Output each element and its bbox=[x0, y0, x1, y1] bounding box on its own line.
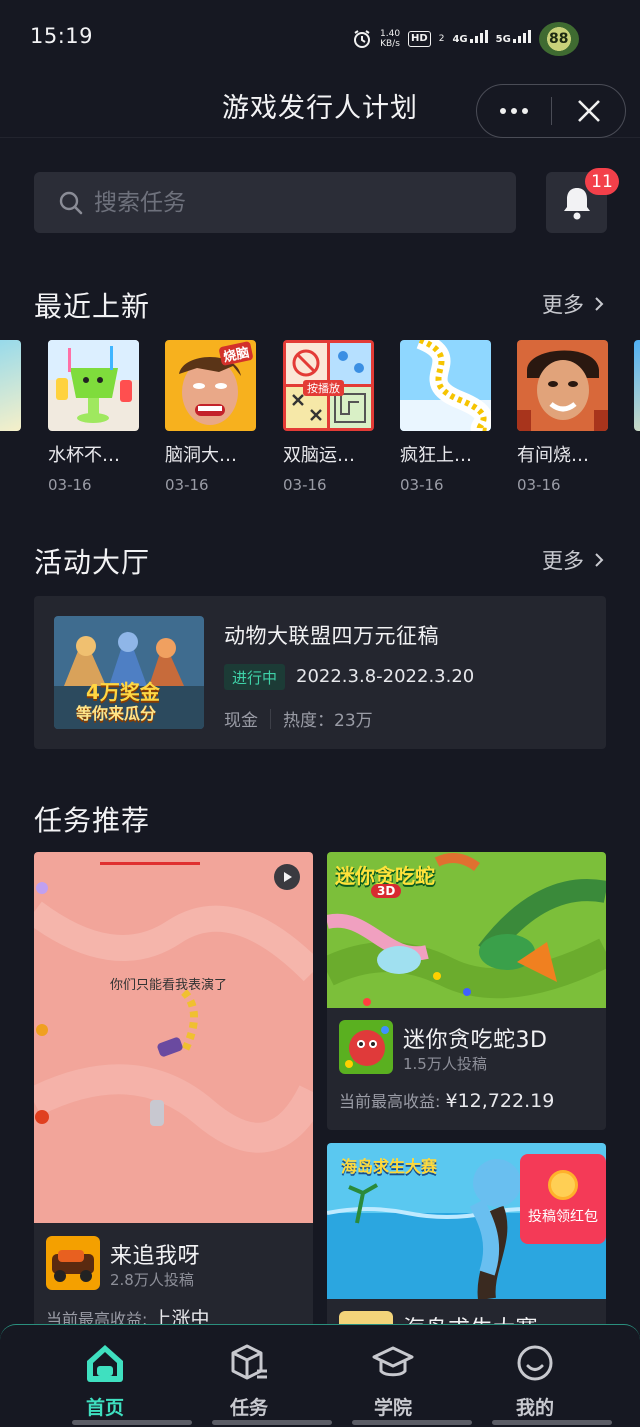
banner-title: 海岛求生大赛 bbox=[341, 1157, 438, 1176]
recent-game-item[interactable]: 烧脑 脑洞大… 03-16 bbox=[165, 340, 256, 494]
video-caption: 你们只能看我表演了 bbox=[110, 978, 228, 993]
graduation-cap-icon bbox=[371, 1341, 415, 1385]
activity-section-title: 活动大厅 bbox=[34, 546, 151, 579]
status-time: 15:19 bbox=[30, 24, 94, 48]
search-input[interactable] bbox=[94, 189, 474, 216]
nav-label: 首页 bbox=[85, 1397, 124, 1419]
status-icons: 1.40 KB/s HD 2 4G 5G 88 bbox=[352, 22, 579, 56]
recent-game-item[interactable]: 疯狂上… 03-16 bbox=[400, 340, 491, 494]
more-button[interactable] bbox=[477, 85, 551, 137]
activity-banner: 4万奖金 等你来瓜分 bbox=[54, 616, 204, 729]
task-earnings: 当前最高收益: ¥12,722.19 bbox=[339, 1090, 555, 1112]
search-box[interactable] bbox=[34, 172, 516, 233]
gesture-bar-segment bbox=[352, 1420, 472, 1425]
thumb-badge-play: 按播放 bbox=[303, 380, 344, 396]
banner-text-2: 等你来瓜分 bbox=[76, 704, 157, 723]
battery-indicator: 88 bbox=[538, 22, 579, 56]
recent-section-title: 最近上新 bbox=[34, 290, 151, 323]
close-button[interactable] bbox=[552, 85, 625, 137]
game-name: 双脑运… bbox=[283, 445, 355, 466]
alarm-icon bbox=[354, 30, 370, 48]
activity-meta: 现金 热度：23万 bbox=[224, 706, 373, 731]
task-video[interactable]: 你们只能看我表演了 bbox=[34, 852, 313, 1223]
recent-game-partial-left[interactable] bbox=[0, 340, 21, 431]
chevron-right-icon bbox=[595, 553, 604, 567]
chevron-right-icon bbox=[595, 297, 604, 311]
nav-item-academy[interactable]: 学院 bbox=[338, 1325, 448, 1420]
task-card[interactable]: 迷你贪吃蛇 3D 迷你贪吃蛇3D 1.5万人投稿 当前最高收益: ¥12,722… bbox=[327, 852, 606, 1130]
task-game-icon bbox=[339, 1020, 393, 1074]
signal-sim2: 5G bbox=[496, 29, 531, 45]
activity-heat: 热度：23万 bbox=[283, 711, 373, 731]
nav-label: 我的 bbox=[515, 1397, 554, 1419]
banner-sub: 3D bbox=[371, 884, 402, 898]
play-icon bbox=[284, 872, 292, 882]
status-bar: 15:19 1.40 KB/s HD 2 4G 5G 88 bbox=[0, 0, 640, 76]
search-icon bbox=[59, 191, 83, 214]
task-count: 1.5万人投稿 bbox=[403, 1055, 487, 1073]
game-name: 脑洞大… bbox=[165, 445, 237, 466]
activity-more-link[interactable]: 更多 bbox=[542, 545, 604, 575]
task-card[interactable]: 你们只能看我表演了 来追我呀 2.8万人投稿 当前最高收益: 上涨中 bbox=[34, 852, 313, 1332]
redpack-button[interactable]: 投稿领红包 bbox=[520, 1154, 606, 1244]
task-banner: 迷你贪吃蛇 3D bbox=[327, 852, 606, 1008]
notification-badge: 11 bbox=[585, 168, 619, 195]
game-date: 03-16 bbox=[48, 476, 92, 494]
gesture-bar-segment bbox=[492, 1420, 612, 1425]
game-name: 水杯不… bbox=[48, 445, 120, 466]
close-icon bbox=[577, 100, 600, 122]
activity-title: 动物大联盟四万元征稿 bbox=[224, 624, 439, 648]
recent-game-item[interactable]: 有间烧… 03-16 bbox=[517, 340, 608, 494]
earnings-value: ¥12,722.19 bbox=[445, 1090, 555, 1112]
game-date: 03-16 bbox=[517, 476, 561, 494]
video-play-button[interactable] bbox=[274, 864, 300, 890]
hd-sub: 2 bbox=[438, 34, 445, 44]
game-date: 03-16 bbox=[165, 476, 209, 494]
activity-card[interactable]: 4万奖金 等你来瓜分 动物大联盟四万元征稿 进行中 2022.3.8-2022.… bbox=[34, 596, 606, 749]
game-name: 有间烧… bbox=[517, 445, 589, 466]
game-date: 03-16 bbox=[400, 476, 444, 494]
game-name: 疯狂上… bbox=[400, 445, 472, 466]
reward-type: 现金 bbox=[224, 711, 258, 731]
mini-program-capsule bbox=[476, 84, 626, 138]
coin-icon bbox=[548, 1170, 578, 1200]
nav-item-home[interactable]: 首页 bbox=[50, 1325, 160, 1420]
nav-label: 学院 bbox=[373, 1397, 412, 1419]
hd-badge: HD bbox=[408, 31, 431, 47]
signal-sim1: 4G bbox=[452, 29, 488, 45]
recent-game-item[interactable]: 水杯不… 03-16 bbox=[48, 340, 139, 494]
game-thumbnail bbox=[400, 340, 491, 431]
game-thumbnail bbox=[48, 340, 139, 431]
game-thumbnail: 烧脑 bbox=[165, 340, 256, 431]
recent-more-link[interactable]: 更多 bbox=[542, 289, 604, 319]
game-date: 03-16 bbox=[283, 476, 327, 494]
task-name: 来追我呀 bbox=[110, 1244, 201, 1269]
task-game-icon bbox=[46, 1236, 100, 1290]
home-icon bbox=[83, 1341, 127, 1385]
tasks-section-title: 任务推荐 bbox=[34, 804, 151, 837]
title-bar: 游戏发行人计划 bbox=[0, 76, 640, 138]
gesture-bar-segment bbox=[212, 1420, 332, 1425]
recent-game-partial-right[interactable] bbox=[634, 340, 640, 431]
nav-label: 任务 bbox=[229, 1397, 268, 1419]
recent-game-item[interactable]: 按播放 双脑运… 03-16 bbox=[283, 340, 374, 494]
task-count: 2.8万人投稿 bbox=[110, 1271, 194, 1289]
recent-games-strip[interactable]: 水杯不… 03-16 烧脑 脑洞大… 03-16 按播放 双脑运… 03-16 … bbox=[0, 340, 640, 500]
status-badge: 进行中 bbox=[224, 664, 286, 690]
nav-item-tasks[interactable]: 任务 bbox=[194, 1325, 304, 1420]
task-box-icon bbox=[227, 1341, 271, 1385]
task-name: 迷你贪吃蛇3D bbox=[403, 1028, 548, 1053]
game-thumbnail: 按播放 bbox=[283, 340, 374, 431]
smile-profile-icon bbox=[513, 1341, 557, 1385]
net-speed: 1.40 KB/s bbox=[380, 29, 401, 49]
activity-date-range: 2022.3.8-2022.3.20 bbox=[296, 666, 475, 687]
redpack-label: 投稿领红包 bbox=[528, 1209, 598, 1225]
more-dots-icon bbox=[500, 108, 506, 114]
bottom-navigation: 首页 任务 学院 我的 bbox=[0, 1324, 640, 1427]
nav-item-profile[interactable]: 我的 bbox=[480, 1325, 590, 1420]
game-thumbnail bbox=[517, 340, 608, 431]
gesture-bar-segment bbox=[72, 1420, 192, 1425]
